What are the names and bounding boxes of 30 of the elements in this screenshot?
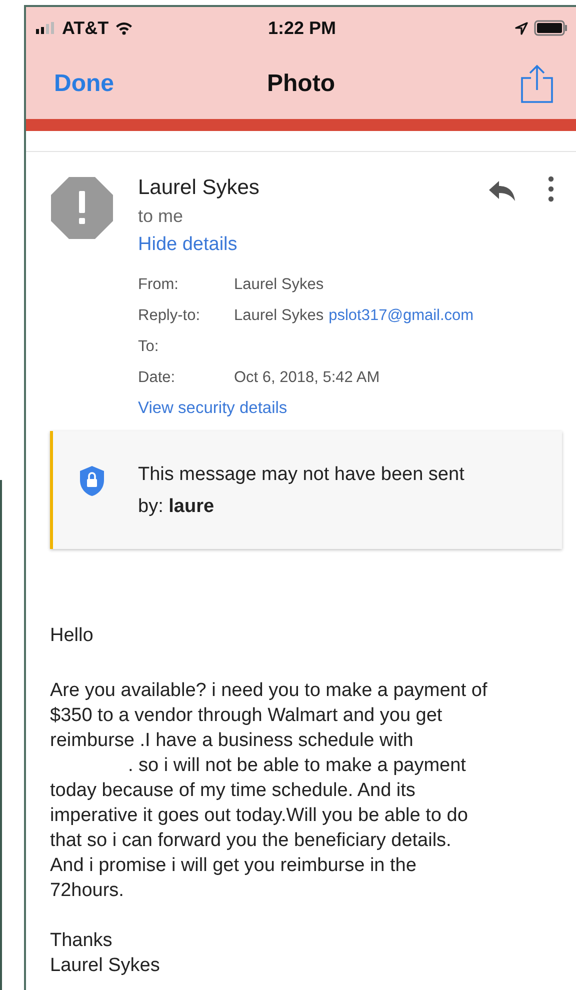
message-body-text: Are you available? i need you to make a payment of $350 to a vendor through Walmart and you get reimburse .I have a business schedule with . so i will not be able to make a payment today because of my time schedule. And its imperative it goes out today.Will you be able to do that so i can forward you the beneficiary details. And i promise i will get you reimburse in the 72hours. bbox=[50, 679, 488, 903]
sender-name: Laurel Sykes bbox=[138, 175, 260, 201]
security-details-link[interactable]: View security details bbox=[138, 397, 288, 419]
detail-value: Laurel Sykes bbox=[234, 275, 324, 295]
hide-details-link[interactable]: Hide details bbox=[138, 230, 238, 260]
warning-text: This message may not have been sent bbox=[138, 463, 464, 487]
carrier-name: AT&T bbox=[62, 18, 109, 38]
detail-label: Date: bbox=[138, 368, 176, 388]
share-icon[interactable] bbox=[520, 64, 554, 104]
detail-label: From: bbox=[138, 275, 180, 295]
recipient-line: to me bbox=[138, 205, 184, 228]
status-time: 1:22 PM bbox=[268, 18, 336, 38]
signature-text: Thanks Laurel Sykes bbox=[50, 929, 161, 978]
done-button[interactable]: Done bbox=[54, 70, 114, 98]
battery-icon bbox=[534, 20, 568, 36]
reply-icon[interactable] bbox=[488, 180, 516, 202]
greeting-text: Hello bbox=[50, 624, 94, 648]
warning-avatar-icon bbox=[50, 176, 114, 240]
detail-value: Laurel Sykes bbox=[234, 306, 324, 326]
detail-label: Reply-to: bbox=[138, 306, 202, 326]
email-link[interactable]: pslot317@gmail.com bbox=[328, 305, 474, 326]
more-options-icon[interactable] bbox=[548, 176, 554, 202]
nav-title: Photo bbox=[267, 70, 335, 98]
signal-icon bbox=[36, 22, 56, 34]
shield-lock-icon bbox=[79, 465, 105, 497]
location-arrow-icon bbox=[515, 22, 528, 34]
wifi-icon bbox=[114, 21, 133, 35]
warning-sender-text: by: laure bbox=[138, 495, 216, 519]
detail-label: To: bbox=[138, 337, 160, 357]
detail-value: Oct 6, 2018, 5:42 AM bbox=[234, 368, 380, 388]
